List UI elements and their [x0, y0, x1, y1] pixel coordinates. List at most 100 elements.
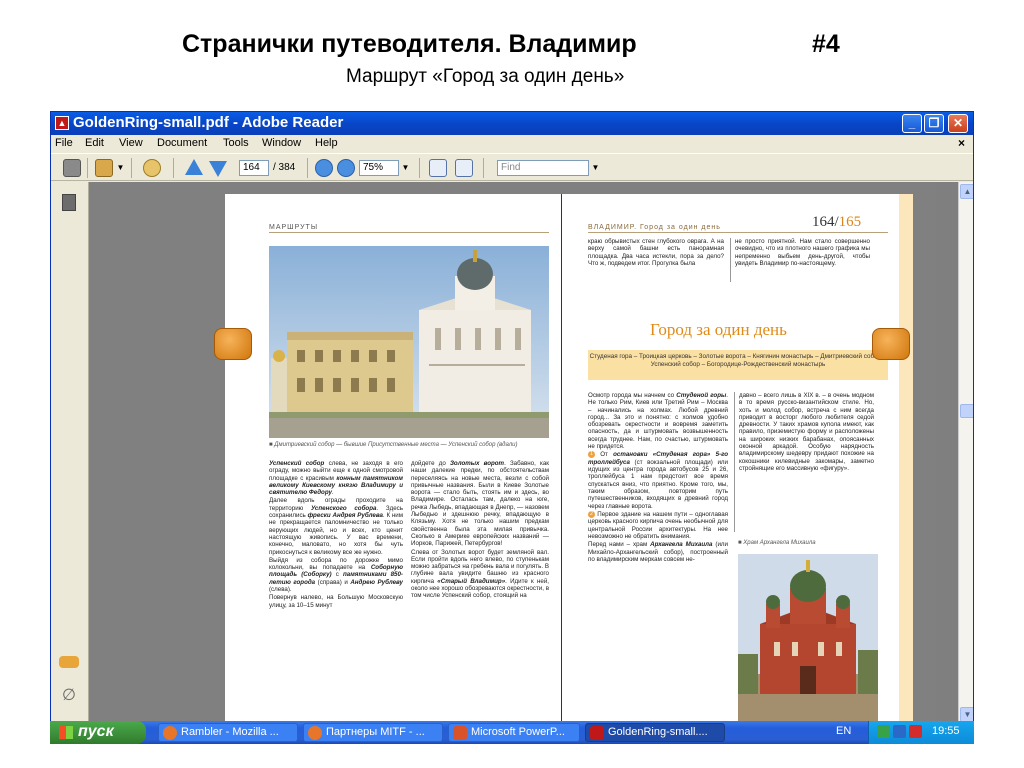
vertical-scrollbar[interactable]: ▲ ▼	[958, 182, 973, 724]
bold-text: фрески Андрея Рублева	[307, 512, 383, 520]
step-number-2: 2	[588, 510, 595, 518]
zoom-out-icon[interactable]	[315, 159, 333, 177]
close-document-button[interactable]: ×	[958, 136, 965, 150]
bold-text: Золотых ворот	[449, 460, 505, 467]
find-input[interactable]: Find	[497, 160, 589, 176]
step-number-1: 1	[588, 451, 595, 459]
chevron-down-icon[interactable]: ▼	[115, 160, 126, 176]
body-text: . К ним не прекращается паломничество не…	[269, 512, 403, 556]
network-icon[interactable]	[877, 725, 890, 738]
slide-title: Странички путеводителя. Владимир	[182, 30, 637, 58]
bold-text: Успенского собора	[311, 504, 377, 512]
windows-logo-icon	[59, 726, 73, 739]
header-rule	[588, 232, 888, 233]
section-title: Город за один день	[650, 320, 787, 339]
text-column-1: Успенский собор слева, не заходя в его о…	[269, 460, 403, 724]
menu-view[interactable]: View	[119, 137, 143, 149]
church-photo	[738, 554, 878, 724]
up-arrow-icon[interactable]	[185, 159, 203, 175]
body-text: От	[595, 451, 614, 459]
body-text: .	[331, 489, 334, 497]
top-column-1: краю обрывистых стен глубокого оврага. А…	[588, 238, 724, 267]
slide-number: #4	[812, 30, 840, 58]
bookmark-tab-right[interactable]	[872, 328, 910, 360]
page-number-input[interactable]: 164	[239, 160, 269, 176]
start-button[interactable]: пуск	[50, 721, 146, 744]
body-text: с	[331, 571, 343, 579]
toolbar-separator	[419, 158, 420, 178]
window-title: GoldenRing-small.pdf - Adobe Reader	[73, 114, 344, 131]
antivirus-icon[interactable]	[909, 725, 922, 738]
menu-window[interactable]: Window	[262, 137, 301, 149]
menu-edit[interactable]: Edit	[85, 137, 104, 149]
menu-tools[interactable]: Tools	[223, 137, 249, 149]
body-text: дойдете до	[411, 460, 450, 467]
text-column-1: Осмотр города мы начнем со Студеной горы…	[588, 392, 728, 722]
taskbar: пуск Rambler - Mozilla ... Партнеры MITF…	[50, 721, 974, 744]
toolbar-separator	[87, 158, 88, 178]
top-column-2: не просто приятной. Нам стало совершенно…	[730, 238, 870, 282]
running-head-left: МАРШРУТЫ	[269, 224, 319, 231]
minimize-button[interactable]: _	[902, 114, 922, 133]
down-arrow-icon[interactable]	[209, 161, 227, 177]
body-text: (справа) и	[315, 578, 351, 586]
body-text: Осмотр города мы начнем со	[588, 392, 677, 399]
shield-icon[interactable]	[893, 725, 906, 738]
scroll-up-button[interactable]: ▲	[960, 184, 973, 199]
taskbar-button-label: GoldenRing-small....	[608, 726, 708, 738]
page-numbers: 164/165	[812, 214, 861, 231]
chevron-down-icon[interactable]: ▼	[590, 160, 601, 176]
fit-page-icon[interactable]	[429, 159, 447, 177]
clock: 19:55	[932, 725, 960, 737]
title-bar[interactable]: ▲ GoldenRing-small.pdf - Adobe Reader _ …	[51, 112, 973, 135]
menu-help[interactable]: Help	[315, 137, 338, 149]
print-icon[interactable]	[63, 159, 81, 177]
body-text: . Забавно, как наши далекие предки, по о…	[411, 460, 549, 548]
chevron-down-icon[interactable]: ▼	[400, 160, 411, 176]
maximize-button[interactable]: ❐	[924, 114, 944, 133]
scroll-down-button[interactable]: ▼	[960, 707, 973, 722]
hand-tool-icon[interactable]	[143, 159, 161, 177]
bold-text: Студеной горы	[676, 392, 727, 399]
pages-panel-icon[interactable]	[62, 194, 76, 211]
language-indicator[interactable]: EN	[836, 725, 851, 737]
menu-bar: File Edit View Document Tools Window Hel…	[51, 135, 973, 153]
bookmark-tab-left[interactable]	[214, 328, 252, 360]
powerpoint-icon	[453, 726, 467, 740]
taskbar-button-rambler[interactable]: Rambler - Mozilla ...	[158, 723, 298, 742]
toolbar-separator	[307, 158, 308, 178]
comments-icon[interactable]	[59, 656, 79, 668]
email-icon[interactable]	[95, 159, 113, 177]
route-box: Студеная гора – Троицкая церковь – Золот…	[588, 350, 888, 380]
start-label: пуск	[78, 723, 114, 740]
text-column-2: давно – всего лишь в XIX в. – в очень мо…	[734, 392, 874, 532]
close-button[interactable]: ✕	[948, 114, 968, 133]
toolbar-separator	[483, 158, 484, 178]
body-text: (слева).	[269, 586, 292, 594]
firefox-icon	[308, 726, 322, 740]
toolbar: ▼ 164 / 384 75% ▼ Find ▼	[51, 153, 973, 181]
adobe-reader-window: ▲ GoldenRing-small.pdf - Adobe Reader _ …	[50, 111, 974, 744]
taskbar-button-label: Microsoft PowerP...	[471, 726, 565, 738]
bold-text: Архангела Михаила	[650, 541, 713, 549]
taskbar-button-powerpoint[interactable]: Microsoft PowerP...	[448, 723, 580, 742]
adobe-icon	[590, 726, 604, 740]
menu-file[interactable]: File	[55, 137, 73, 149]
attachment-icon[interactable]: ∅	[59, 686, 79, 706]
slide-subtitle: Маршрут «Город за один день»	[346, 66, 625, 87]
page-total: / 384	[273, 162, 296, 173]
zoom-in-icon[interactable]	[337, 159, 355, 177]
page-number-left: 164/	[812, 214, 839, 230]
navigation-panel: ∅	[51, 182, 89, 724]
toolbar-separator	[173, 158, 174, 178]
bold-text: «Старый Владимир»	[437, 577, 506, 585]
scroll-thumb[interactable]	[960, 404, 973, 418]
zoom-field[interactable]: 75%	[359, 160, 399, 176]
menu-document[interactable]: Document	[157, 137, 207, 149]
photo-caption-right: ■ Храм Архангела Михаила	[738, 540, 816, 546]
taskbar-button-partners[interactable]: Партнеры MITF - ...	[303, 723, 443, 742]
taskbar-button-adobe[interactable]: GoldenRing-small....	[585, 723, 725, 742]
page-number-right: 165	[838, 214, 862, 230]
fit-width-icon[interactable]	[455, 159, 473, 177]
taskbar-button-label: Партнеры MITF - ...	[326, 726, 425, 738]
